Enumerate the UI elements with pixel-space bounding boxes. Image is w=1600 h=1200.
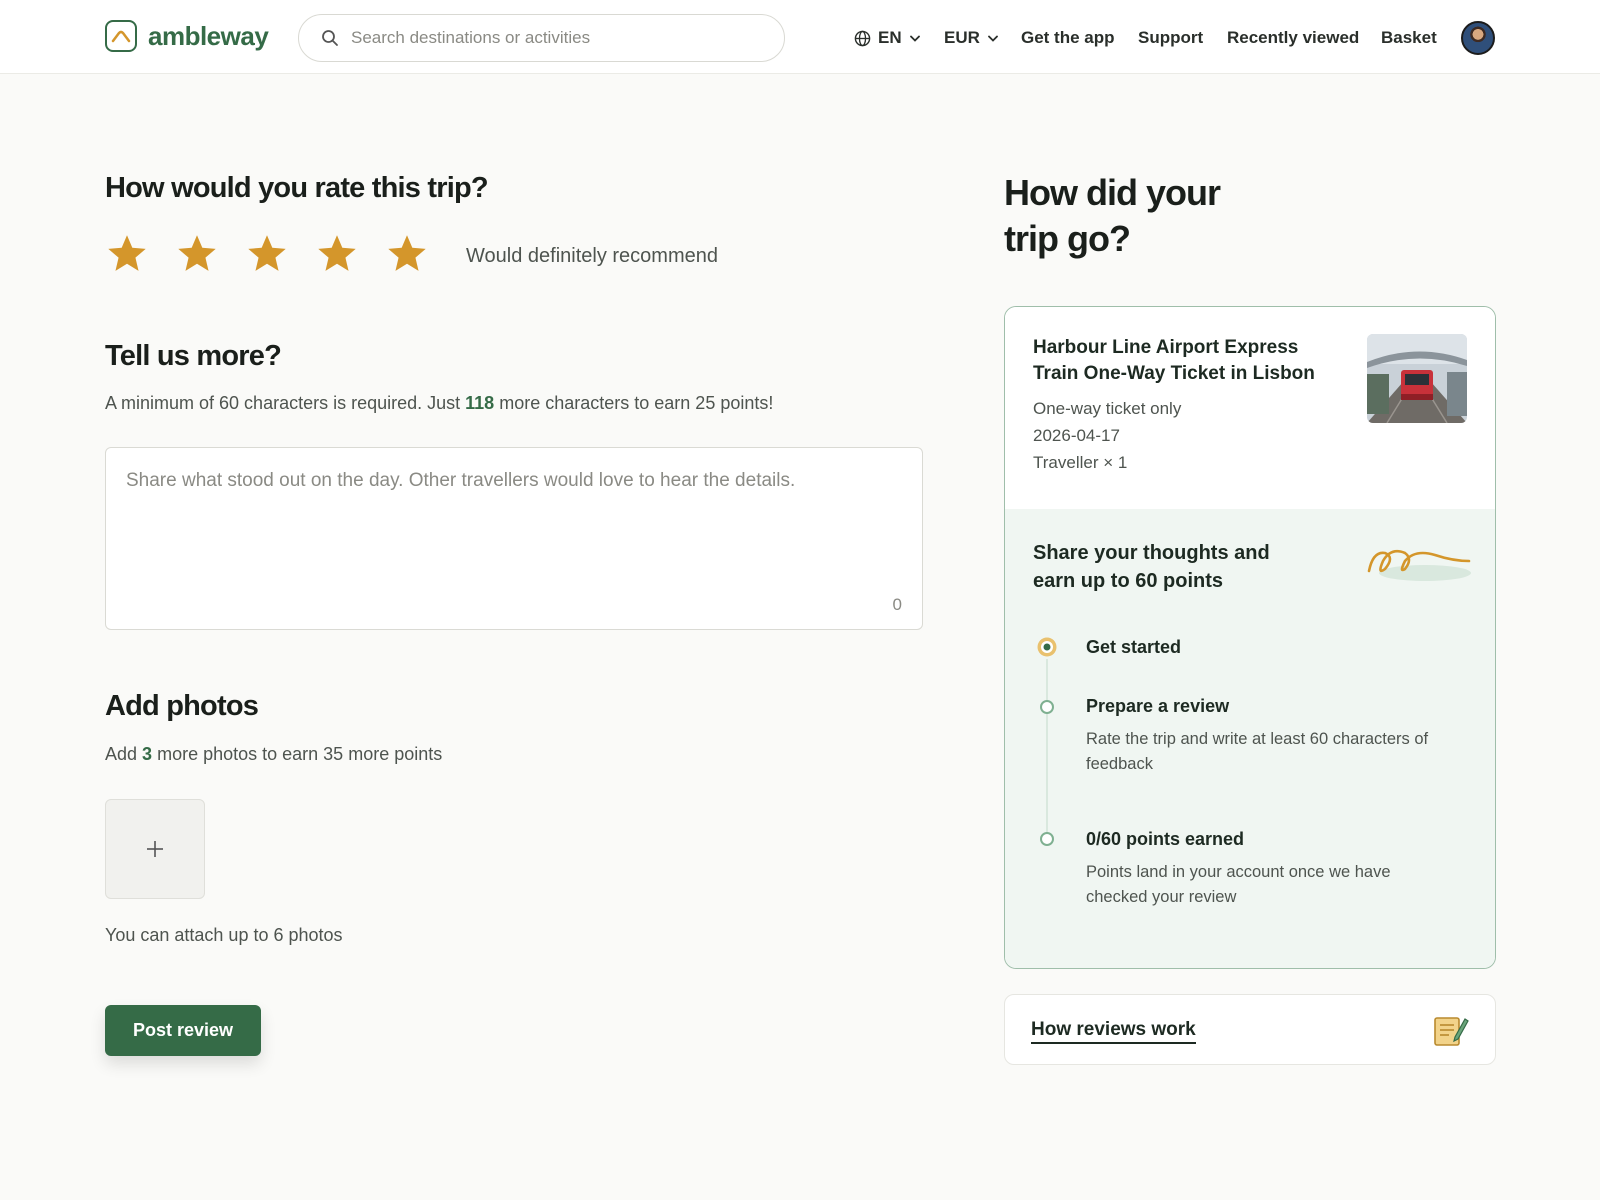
product-title: Harbour Line Airport Express Train One-W… <box>1033 337 1315 384</box>
review-textarea[interactable] <box>126 470 896 590</box>
support-link[interactable]: Support <box>1138 24 1203 52</box>
photos-prefix: Add <box>105 744 138 764</box>
trip-summary-card: Harbour Line Airport Express Train One-W… <box>1004 306 1496 969</box>
notepad-pencil-icon <box>1434 1017 1469 1046</box>
product-date: 2026-04-17 <box>1033 426 1120 445</box>
requirement-prefix: A minimum of 60 characters is required. … <box>105 393 461 413</box>
plus-icon <box>147 841 163 857</box>
chevron-down-icon <box>988 35 998 42</box>
search-bar[interactable] <box>298 14 785 62</box>
globe-icon <box>854 30 871 46</box>
currency-label: EUR <box>944 28 980 47</box>
photos-suffix: more photos to earn 35 more points <box>157 744 443 764</box>
step-2-title: Prepare a review <box>1086 696 1230 716</box>
product-summary: Harbour Line Airport Express Train One-W… <box>1005 307 1495 509</box>
characters-remaining-count: 118 <box>465 393 495 413</box>
chevron-down-icon <box>909 35 920 42</box>
step-1-title: Get started <box>1086 637 1182 657</box>
rating-label: Would definitely recommend <box>466 245 718 267</box>
brand-logo[interactable]: ambleway <box>105 20 269 52</box>
photos-remaining-count: 3 <box>142 744 153 764</box>
recently-viewed-link[interactable]: Recently viewed <box>1227 24 1359 52</box>
star-3-icon[interactable] <box>245 232 289 276</box>
step-3-title: 0/60 points earned <box>1086 829 1245 849</box>
photos-points-text: Add 3 more photos to earn 35 more points <box>105 744 442 765</box>
product-option: One-way ticket only <box>1033 399 1182 418</box>
top-navigation-bar: ambleway EN EUR Get the app Support Rece… <box>0 0 1600 74</box>
star-2-icon[interactable] <box>175 232 219 276</box>
currency-selector[interactable]: EUR <box>944 24 998 52</box>
requirement-suffix: more characters to earn 25 points! <box>499 393 774 413</box>
add-photo-button[interactable] <box>105 799 205 899</box>
character-counter: 0 <box>892 595 902 614</box>
step-pending-indicator-icon <box>1040 700 1054 714</box>
sidebar-heading: How did your trip go? <box>1004 172 1221 259</box>
language-selector[interactable]: EN <box>854 24 920 52</box>
step-pending-indicator-icon <box>1040 832 1054 846</box>
points-panel-title: Share your thoughts and earn up to 60 po… <box>1033 542 1270 592</box>
step-2-description: Rate the trip and write at least 60 char… <box>1086 730 1429 773</box>
star-5-icon[interactable] <box>385 232 429 276</box>
step-3-description: Points land in your account once we have… <box>1086 863 1391 906</box>
search-input[interactable] <box>351 28 751 48</box>
progress-track <box>1046 659 1048 841</box>
user-avatar[interactable] <box>1461 21 1495 55</box>
get-the-app-link[interactable]: Get the app <box>1021 24 1115 52</box>
characters-requirement-text: A minimum of 60 characters is required. … <box>105 393 773 414</box>
review-textarea-container: 0 <box>105 447 923 630</box>
brand-name: ambleway <box>148 20 269 51</box>
language-label: EN <box>878 28 902 47</box>
add-photos-heading: Add photos <box>105 690 259 722</box>
basket-link[interactable]: Basket <box>1381 24 1437 52</box>
tell-more-heading: Tell us more? <box>105 340 282 372</box>
points-progress-panel: Share your thoughts and earn up to 60 po… <box>1005 509 1495 968</box>
logo-mark-icon <box>105 20 137 52</box>
step-active-indicator-icon <box>1037 637 1057 657</box>
photos-limit-text: You can attach up to 6 photos <box>105 925 343 945</box>
product-travellers: Traveller × 1 <box>1033 453 1128 472</box>
star-4-icon[interactable] <box>315 232 359 276</box>
how-reviews-work-link[interactable]: How reviews work <box>1031 1019 1196 1044</box>
star-rating[interactable] <box>105 232 455 276</box>
product-thumbnail <box>1367 334 1467 423</box>
rating-heading: How would you rate this trip? <box>105 172 489 204</box>
search-icon <box>322 30 338 46</box>
star-1-icon[interactable] <box>105 232 149 276</box>
post-review-button[interactable]: Post review <box>105 1005 261 1056</box>
squiggle-decoration-icon <box>1367 549 1471 581</box>
how-reviews-work-card[interactable]: How reviews work <box>1004 994 1496 1065</box>
